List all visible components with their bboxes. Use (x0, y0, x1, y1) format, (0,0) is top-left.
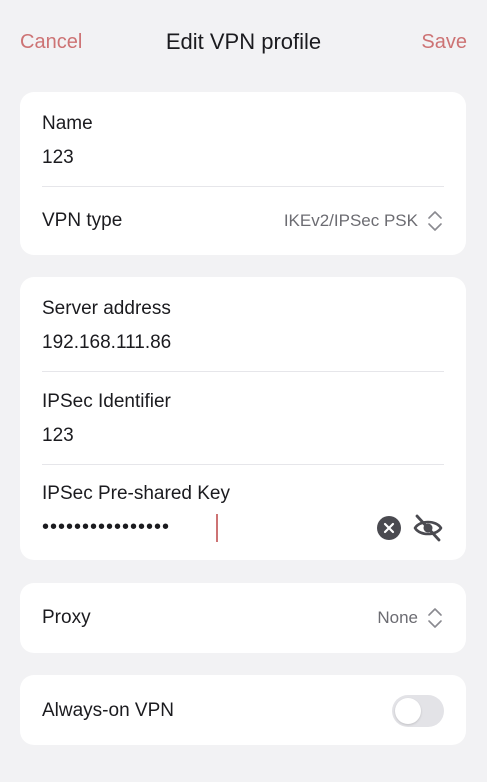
chevron-up-down-icon (428, 211, 442, 231)
always-on-label: Always-on VPN (42, 700, 174, 721)
page-title: Edit VPN profile (165, 29, 322, 54)
clear-circle-icon[interactable] (376, 515, 402, 541)
text-cursor (216, 514, 218, 542)
proxy-label: Proxy (42, 607, 91, 628)
always-on-card: Always-on VPN (20, 675, 466, 745)
server-card: Server address 192.168.111.86 IPSec Iden… (20, 277, 466, 560)
ipsec-identifier-input[interactable]: 123 (42, 424, 444, 448)
proxy-value: None (377, 608, 418, 627)
eye-off-icon[interactable] (412, 513, 444, 543)
always-on-row: Always-on VPN (42, 699, 376, 723)
always-on-toggle[interactable] (392, 695, 444, 727)
name-input[interactable]: 123 (42, 146, 444, 170)
divider (42, 464, 444, 465)
name-label: Name (42, 113, 93, 134)
name-field[interactable]: Name 123 (42, 112, 444, 170)
psk-label: IPSec Pre-shared Key (42, 483, 230, 504)
server-address-input[interactable]: 192.168.111.86 (42, 331, 444, 355)
psk-masked-value: •••••••••••••••• (42, 516, 171, 538)
toggle-knob (395, 698, 421, 724)
divider (42, 186, 444, 187)
top-bar: Cancel Edit VPN profile Save (0, 0, 487, 84)
ipsec-identifier-field[interactable]: IPSec Identifier 123 (42, 390, 444, 448)
vpn-type-value-group: IKEv2/IPSec PSK (284, 209, 444, 233)
proxy-selector[interactable]: Proxy None (42, 606, 444, 630)
server-address-label: Server address (42, 298, 171, 319)
vpn-type-selector[interactable]: VPN type IKEv2/IPSec PSK (42, 209, 444, 233)
general-card: Name 123 VPN type IKEv2/IPSec PSK (20, 92, 466, 255)
chevron-up-down-icon (428, 608, 442, 628)
server-address-field[interactable]: Server address 192.168.111.86 (42, 297, 444, 355)
psk-label-wrap: IPSec Pre-shared Key (42, 482, 444, 506)
psk-input[interactable]: •••••••••••••••• (42, 511, 444, 545)
divider (42, 371, 444, 372)
save-button[interactable]: Save (421, 29, 467, 55)
proxy-value-group: None (377, 606, 444, 630)
proxy-card: Proxy None (20, 583, 466, 653)
ipsec-identifier-label: IPSec Identifier (42, 391, 171, 412)
vpn-type-label: VPN type (42, 210, 123, 231)
vpn-type-value: IKEv2/IPSec PSK (283, 211, 418, 230)
